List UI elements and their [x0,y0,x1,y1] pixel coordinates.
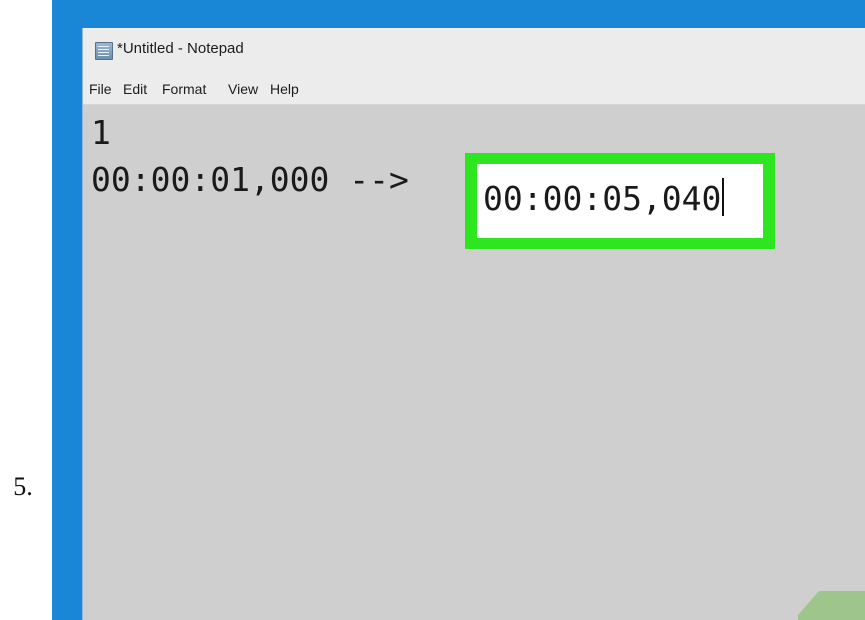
window-title: *Untitled - Notepad [117,40,244,57]
menu-bar: File Edit Format View Help [83,72,865,105]
step-number: 5. [13,472,33,501]
text-editor[interactable]: 1 00:00:01,000 --> 00:00:05,040 [83,105,865,620]
menu-format[interactable]: Format [162,81,206,97]
title-bar[interactable]: *Untitled - Notepad [83,28,865,72]
end-timestamp: 00:00:05,040 [483,179,722,218]
editor-line-1: 1 [91,113,111,152]
menu-help[interactable]: Help [270,81,299,97]
menu-file[interactable]: File [89,81,112,97]
notepad-window: *Untitled - Notepad File Edit Format Vie… [82,28,865,620]
text-caret [722,178,725,216]
menu-edit[interactable]: Edit [123,81,147,97]
highlight-box: 00:00:05,040 [465,153,775,249]
highlighted-timestamp: 00:00:05,040 [483,178,725,219]
page: 5. *Untitled - Notepad File Edit Format … [0,0,865,620]
highlighted-text-area: 00:00:05,040 [477,164,763,238]
editor-line-2-start: 00:00:01,000 --> [91,160,409,199]
notepad-icon [95,42,113,60]
notepad-screenshot: *Untitled - Notepad File Edit Format Vie… [52,0,865,620]
decorative-shape [798,591,865,620]
menu-view[interactable]: View [228,81,258,97]
